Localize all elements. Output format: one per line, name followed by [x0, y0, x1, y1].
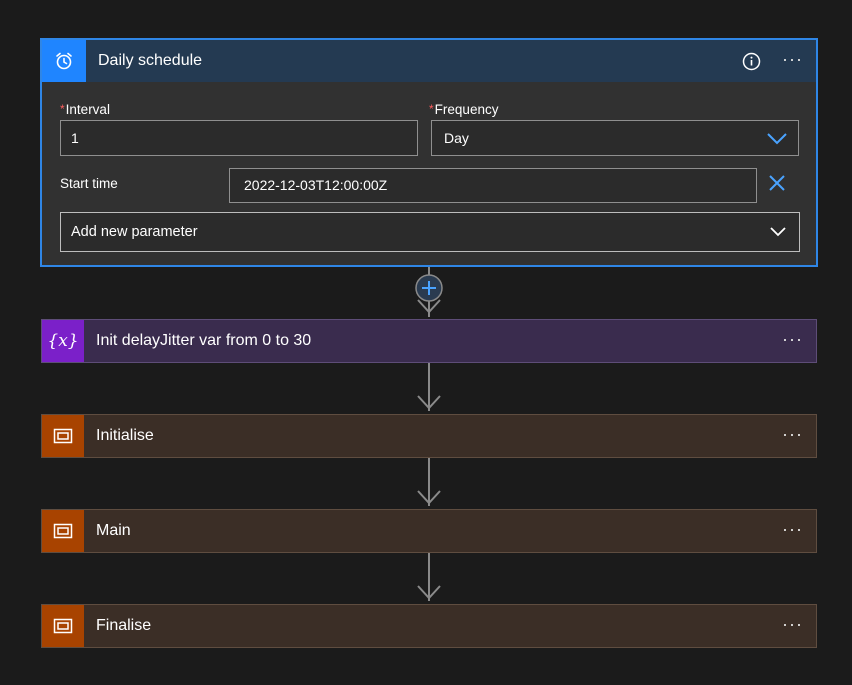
variable-icon: {x} — [42, 320, 84, 362]
add-new-parameter-label: Add new parameter — [71, 224, 198, 240]
interval-input[interactable]: 1 — [60, 120, 418, 156]
more-options-icon[interactable]: ··· — [782, 605, 803, 647]
action-title: Init delayJitter var from 0 to 30 — [96, 332, 312, 349]
scope-icon — [42, 415, 84, 457]
arrow-down-icon — [417, 395, 441, 410]
arrow-down-icon — [417, 585, 441, 600]
more-options-icon[interactable]: ··· — [782, 320, 803, 362]
add-new-parameter-dropdown[interactable]: Add new parameter — [60, 212, 800, 252]
close-icon[interactable] — [766, 172, 788, 194]
action-card-initialise[interactable]: Initialise ··· — [41, 414, 817, 458]
more-options-icon[interactable]: ··· — [782, 510, 803, 552]
action-card-main[interactable]: Main ··· — [41, 509, 817, 553]
action-title: Initialise — [96, 427, 154, 444]
scope-icon — [42, 605, 84, 647]
chevron-down-icon — [770, 227, 786, 237]
trigger-title: Daily schedule — [98, 52, 203, 69]
alarm-clock-icon — [42, 40, 86, 82]
required-marker: * — [429, 102, 434, 116]
frequency-select[interactable]: Day — [431, 120, 799, 156]
arrow-down-icon — [417, 299, 441, 314]
arrow-down-icon — [417, 490, 441, 505]
frequency-label: *Frequency — [429, 102, 499, 117]
interval-label: *Interval — [60, 102, 110, 117]
action-card-finalise[interactable]: Finalise ··· — [41, 604, 817, 648]
info-icon[interactable] — [742, 52, 761, 71]
trigger-card-daily-schedule[interactable]: Daily schedule ··· *Interval 1 *Frequenc… — [40, 38, 818, 267]
start-time-label: Start time — [60, 176, 118, 191]
more-options-icon[interactable]: ··· — [782, 415, 803, 457]
action-card-init-variable[interactable]: {x} Init delayJitter var from 0 to 30 ··… — [41, 319, 817, 363]
chevron-down-icon — [767, 133, 787, 145]
more-options-icon[interactable]: ··· — [782, 40, 803, 82]
frequency-value: Day — [444, 130, 469, 146]
action-title: Main — [96, 522, 131, 539]
action-title: Finalise — [96, 617, 152, 634]
scope-icon — [42, 510, 84, 552]
start-time-input[interactable]: 2022-12-03T12:00:00Z — [229, 168, 757, 203]
required-marker: * — [60, 102, 65, 116]
trigger-card-header[interactable]: Daily schedule ··· — [42, 40, 816, 82]
